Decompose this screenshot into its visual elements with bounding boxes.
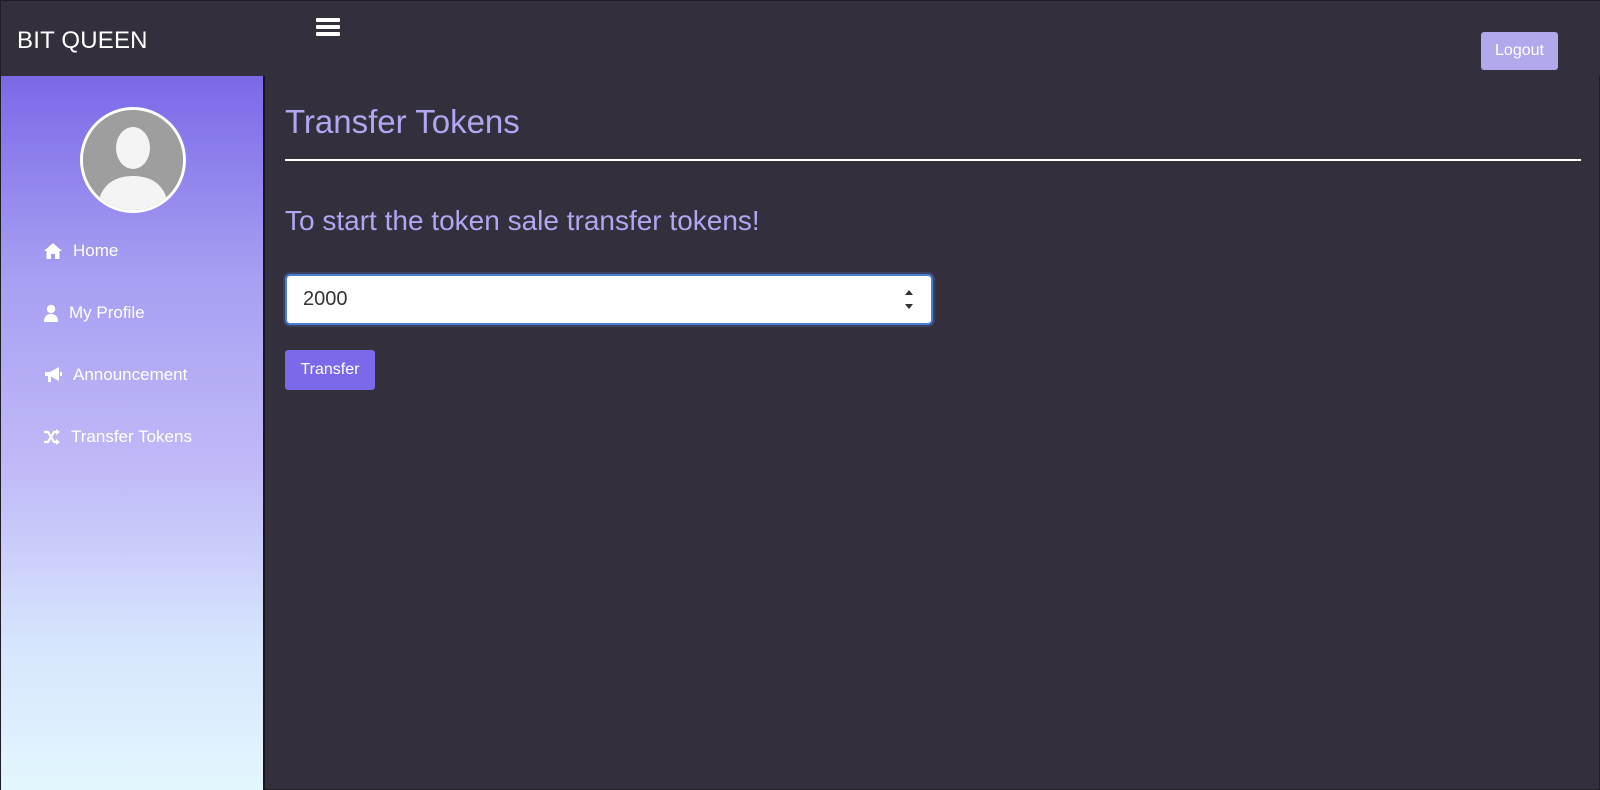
spinner-down-icon[interactable] (905, 304, 913, 309)
sidebar-item-transfer-tokens[interactable]: Transfer Tokens (43, 425, 192, 449)
app-window: BIT QUEEN Logout Home My Profile Announc… (0, 0, 1600, 790)
transfer-button[interactable]: Transfer (285, 350, 375, 390)
title-divider (285, 159, 1581, 161)
number-spinner[interactable] (903, 290, 915, 309)
brand-name: BIT QUEEN (1, 1, 265, 76)
home-icon (43, 242, 63, 260)
user-avatar-icon (83, 110, 183, 210)
top-bar: BIT QUEEN Logout (1, 1, 1600, 76)
shuffle-icon (43, 428, 61, 446)
logout-button[interactable]: Logout (1481, 32, 1558, 70)
sidebar-item-label: Transfer Tokens (71, 427, 192, 446)
avatar (80, 107, 186, 213)
sidebar-item-label: Home (73, 241, 119, 260)
sidebar-item-label: Announcement (73, 365, 188, 384)
token-amount-field[interactable] (285, 274, 933, 325)
sidebar-item-home[interactable]: Home (43, 239, 118, 263)
token-amount-input[interactable] (303, 276, 883, 323)
sidebar: Home My Profile Announcement Transfer To… (1, 76, 265, 790)
page-title: Transfer Tokens (285, 103, 520, 140)
sidebar-item-announcement[interactable]: Announcement (43, 363, 187, 387)
sidebar-item-my-profile[interactable]: My Profile (43, 301, 145, 325)
hamburger-icon[interactable] (316, 18, 340, 40)
bullhorn-icon (43, 366, 63, 384)
user-icon (43, 304, 59, 322)
spinner-up-icon[interactable] (905, 290, 913, 295)
sidebar-item-label: My Profile (69, 303, 145, 322)
page-subtitle: To start the token sale transfer tokens! (285, 205, 760, 236)
